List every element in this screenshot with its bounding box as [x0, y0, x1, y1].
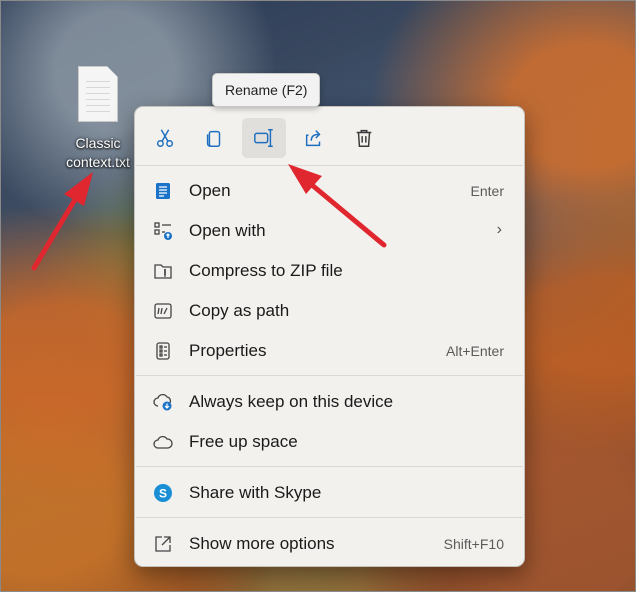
cut-button[interactable] [143, 118, 187, 158]
menu-item-always-keep[interactable]: Always keep on this device [141, 384, 518, 420]
notepad-icon [153, 181, 173, 201]
chevron-right-icon: › [496, 221, 502, 238]
text-file-icon [78, 66, 118, 122]
menu-item-open-with[interactable]: Open with › [141, 213, 518, 249]
share-button[interactable] [292, 118, 336, 158]
separator [136, 466, 523, 467]
share-icon [305, 130, 321, 147]
rename-icon [254, 129, 273, 147]
separator [136, 165, 523, 166]
copy-icon [206, 130, 221, 147]
desktop-file-label: Classic context.txt [66, 135, 130, 170]
menu-item-share-skype[interactable]: S Share with Skype [141, 475, 518, 511]
rename-tooltip: Rename (F2) [212, 73, 321, 107]
more-options-icon [153, 534, 173, 554]
scissors-icon [156, 129, 174, 147]
delete-button[interactable] [342, 118, 386, 158]
quick-action-bar [135, 107, 524, 165]
properties-icon [153, 341, 173, 361]
desktop-file-classic-context[interactable]: Classic context.txt [58, 66, 138, 172]
context-menu: Open Enter Open with › Compress to ZIP f… [134, 106, 525, 567]
zip-folder-icon [153, 261, 173, 281]
arrow-to-file-icon [31, 172, 93, 271]
menu-item-properties[interactable]: Properties Alt+Enter [141, 333, 518, 369]
menu-item-open[interactable]: Open Enter [141, 173, 518, 209]
copy-button[interactable] [192, 118, 236, 158]
skype-icon: S [153, 483, 173, 503]
svg-text:S: S [159, 487, 167, 501]
rename-button[interactable] [242, 118, 286, 158]
separator [136, 375, 523, 376]
cloud-download-icon [153, 392, 173, 412]
open-with-icon [153, 221, 173, 241]
menu-item-show-more-options[interactable]: Show more options Shift+F10 [141, 526, 518, 562]
menu-item-free-up-space[interactable]: Free up space [141, 424, 518, 460]
separator [136, 517, 523, 518]
menu-item-compress-zip[interactable]: Compress to ZIP file [141, 253, 518, 289]
menu-item-copy-as-path[interactable]: Copy as path [141, 293, 518, 329]
cloud-icon [153, 432, 173, 452]
trash-icon [356, 129, 372, 147]
path-icon [153, 301, 173, 321]
